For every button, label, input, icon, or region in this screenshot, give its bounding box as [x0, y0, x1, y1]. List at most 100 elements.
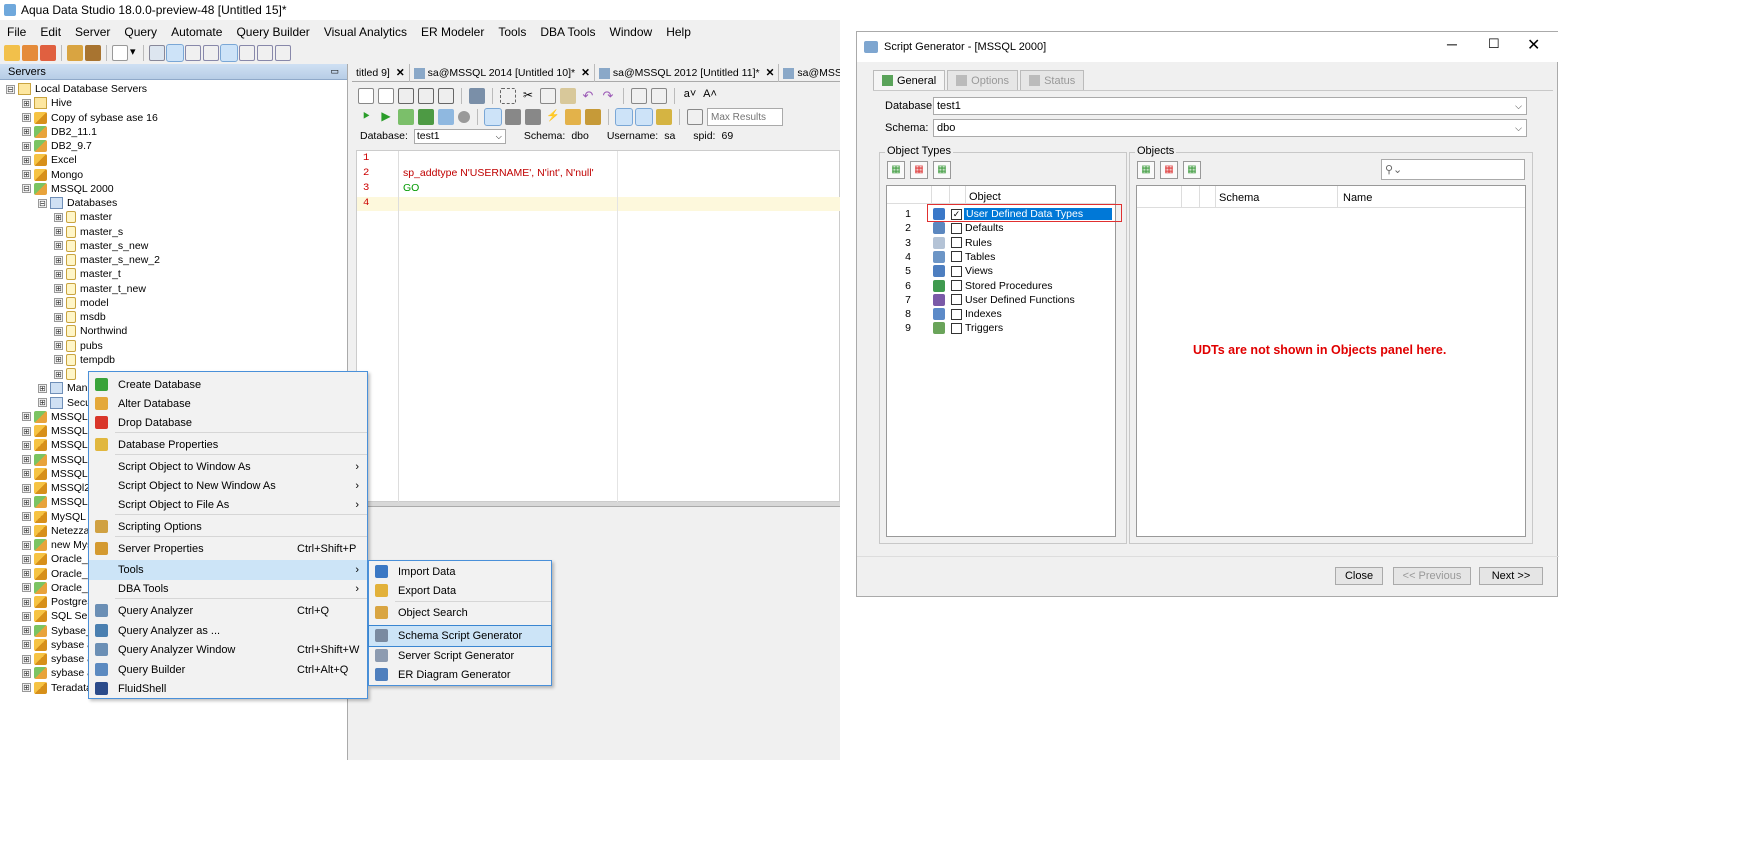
tree-server[interactable]: ⊞ Oracle_ — [22, 567, 88, 581]
menu-item-alter-database[interactable]: Alter Database — [89, 394, 367, 414]
menu-item-script-object-to-window-as[interactable]: Script Object to Window As › — [89, 457, 367, 477]
tree-database[interactable]: ⊞ master_t — [54, 267, 121, 281]
tree-server[interactable]: ⊞ Hive — [22, 96, 72, 110]
object-type-checkbox[interactable] — [951, 251, 962, 263]
layout-7-icon[interactable] — [275, 45, 291, 61]
paste-icon[interactable] — [560, 88, 576, 104]
expander-icon[interactable]: ⊞ — [22, 455, 31, 464]
expander-icon[interactable]: ⊞ — [54, 255, 63, 265]
close-icon[interactable]: ✕ — [1527, 35, 1540, 55]
tree-server[interactable]: ⊞ Teradata — [22, 681, 92, 695]
expander-icon[interactable]: ⊞ — [22, 597, 31, 607]
menu-item-server-properties[interactable]: Server Properties Ctrl+Shift+P — [89, 539, 367, 559]
sql-editor[interactable]: 1 2 3 4 sp_addtype N'USERNAME', N'int', N'n… — [356, 150, 840, 503]
submenu-item-er-diagram-generator[interactable]: ER Diagram Generator — [369, 665, 551, 685]
menu-item-tools[interactable]: Tools › — [89, 560, 367, 580]
tree-database-selected[interactable]: ⊞ — [54, 367, 80, 381]
close-button[interactable]: Close — [1335, 567, 1383, 585]
expander-icon[interactable]: ⊟ — [38, 198, 47, 208]
submenu-item-schema-script-generator[interactable]: Schema Script Generator — [368, 625, 552, 647]
object-type-checkbox[interactable] — [951, 280, 962, 291]
layout-1-icon[interactable] — [166, 44, 184, 62]
expander-icon[interactable]: ⊞ — [22, 141, 31, 151]
font-smaller-icon[interactable]: a˅ — [682, 88, 698, 104]
code-line[interactable]: sp_addtype N'USERNAME', N'int', N'null' — [403, 166, 594, 181]
menu-item-dba-tools[interactable]: DBA Tools › — [89, 579, 367, 599]
expander-icon[interactable]: ⊞ — [38, 383, 47, 393]
object-type-row[interactable]: 9 Triggers — [887, 321, 1115, 335]
expander-icon[interactable]: ⊞ — [54, 298, 63, 308]
code-line[interactable] — [403, 196, 594, 211]
results-grid-icon[interactable] — [615, 108, 633, 126]
tree-server[interactable]: ⊞ Sybase_ — [22, 624, 92, 638]
expander-icon[interactable]: ⊞ — [22, 583, 31, 593]
editor-tab[interactable]: sa@MSSQL 2014 [Untitled 10]* ✕ — [410, 64, 595, 82]
code-line[interactable]: GO — [403, 181, 594, 196]
menu-er-modeler[interactable]: ER Modeler — [414, 22, 491, 42]
dialog-schema-select[interactable]: dbo ⌵ — [933, 119, 1527, 137]
expander-icon[interactable]: ⊞ — [22, 569, 31, 578]
menu-edit[interactable]: Edit — [33, 22, 68, 42]
font-larger-icon[interactable]: A˄ — [702, 88, 718, 104]
editor-tab[interactable]: sa@MSSQL 2012 [Untitled 11]* ✕ — [595, 64, 780, 82]
expander-icon[interactable]: ⊟ — [22, 184, 31, 194]
object-type-checkbox[interactable] — [951, 294, 962, 306]
tree-server[interactable]: ⊞ sybase a — [22, 652, 93, 666]
expander-icon[interactable]: ⊞ — [54, 241, 63, 251]
next-button[interactable]: Next >> — [1479, 567, 1543, 585]
object-type-checkbox[interactable] — [951, 308, 962, 320]
expander-icon[interactable]: ⊞ — [54, 212, 63, 222]
query-icon[interactable] — [149, 45, 165, 61]
results-text-icon[interactable] — [635, 108, 653, 126]
close-tab-icon[interactable]: ✕ — [581, 67, 590, 79]
copy-icon[interactable] — [540, 88, 556, 104]
maximize-icon[interactable]: ☐ — [1488, 36, 1500, 52]
expander-icon[interactable]: ⊞ — [22, 426, 31, 436]
tree-server[interactable]: ⊞ sybase a — [22, 666, 93, 680]
cut-icon[interactable]: ✂ — [520, 88, 536, 104]
expander-icon[interactable]: ⊞ — [22, 654, 31, 664]
page-icon[interactable] — [112, 45, 128, 61]
tree-server[interactable]: ⊞ MSSQL 2 — [22, 438, 96, 452]
plug-icon[interactable]: ⚡ — [545, 109, 561, 125]
menu-visual-analytics[interactable]: Visual Analytics — [317, 22, 414, 42]
connect-icon[interactable] — [40, 45, 56, 61]
tree-server[interactable]: ⊞ new Mys — [22, 538, 92, 552]
minimize-icon[interactable]: ─ — [1447, 36, 1457, 52]
tree-server[interactable]: ⊞ MSSQL 2 — [22, 424, 96, 438]
expander-icon[interactable]: ⊞ — [22, 640, 31, 650]
select-icon[interactable] — [500, 88, 516, 104]
expander-icon[interactable]: ⊞ — [54, 326, 63, 336]
execute-plan-icon[interactable] — [438, 109, 454, 125]
rollback-icon[interactable] — [525, 109, 541, 125]
expander-icon[interactable]: ⊞ — [54, 312, 63, 322]
tree-database[interactable]: ⊞ master — [54, 210, 112, 224]
editor-tab[interactable]: sa@MSSQL — [779, 64, 840, 82]
pencil-icon[interactable] — [85, 45, 101, 61]
menu-window[interactable]: Window — [603, 22, 660, 42]
auto-commit-icon[interactable] — [484, 108, 502, 126]
results-tree-icon[interactable] — [656, 109, 672, 125]
code-line[interactable] — [403, 151, 594, 166]
expander-icon[interactable]: ⊞ — [22, 554, 31, 564]
expander-icon[interactable]: ⊟ — [6, 84, 15, 94]
layout-5-icon[interactable] — [239, 45, 255, 61]
previous-button[interactable]: << Previous — [1393, 567, 1471, 585]
execute-all-icon[interactable]: ⯈ — [358, 109, 374, 125]
tree-database[interactable]: ⊞ master_s — [54, 225, 123, 239]
expander-icon[interactable]: ⊞ — [22, 683, 31, 692]
menu-item-database-properties[interactable]: Database Properties — [89, 435, 367, 455]
tree-database[interactable]: ⊞ pubs — [54, 339, 103, 353]
tree-root[interactable]: ⊟ Local Database Servers — [6, 82, 147, 96]
expander-icon[interactable]: ⊞ — [22, 412, 31, 422]
tree-server[interactable]: ⊞ Copy of sybase ase 16 — [22, 111, 158, 125]
objects-select-all-icon[interactable]: ▦ — [1137, 161, 1155, 179]
stop-icon[interactable] — [458, 111, 470, 123]
expander-icon[interactable]: ⊞ — [54, 269, 63, 279]
wand-icon[interactable] — [565, 109, 581, 125]
new-server-icon[interactable] — [4, 45, 20, 61]
tree-server[interactable]: ⊟ MSSQL 2000 — [22, 182, 114, 196]
menu-help[interactable]: Help — [659, 22, 698, 42]
tree-database[interactable]: ⊞ master_t_new — [54, 282, 146, 296]
object-type-row[interactable]: 2 Defaults — [887, 221, 1115, 235]
